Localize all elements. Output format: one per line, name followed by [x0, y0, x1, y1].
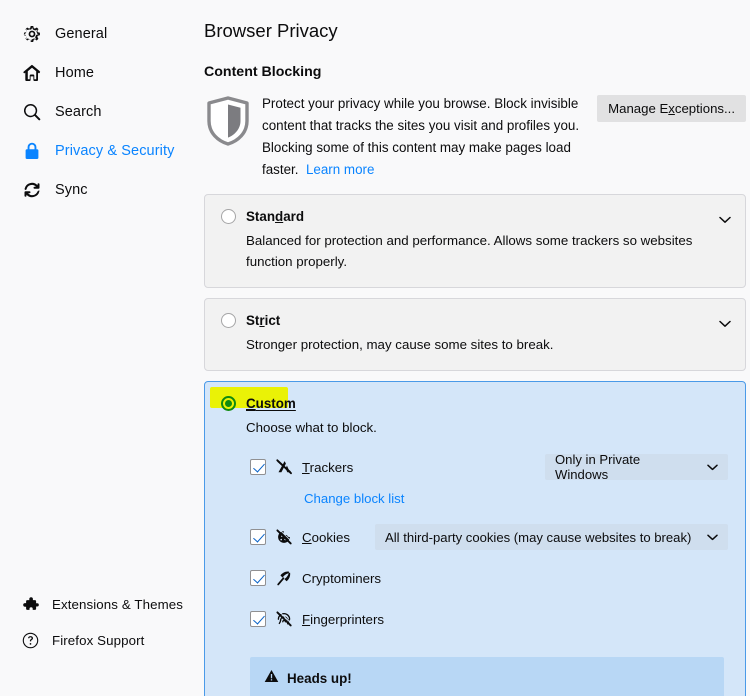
content-blocking-description: Protect your privacy while you browse. B…	[262, 93, 607, 181]
custom-row-label-trackers: Trackers	[302, 460, 353, 475]
checkbox-trackers[interactable]	[250, 459, 266, 475]
change-block-list-link[interactable]: Change block list	[304, 491, 404, 506]
warning-triangle-icon	[264, 669, 279, 688]
sidebar-item-privacy-security[interactable]: Privacy & Security	[0, 131, 196, 170]
heads-up-notification: Heads up! Blocking content can cause som…	[250, 657, 724, 696]
sidebar-item-label: Search	[55, 103, 102, 120]
sidebar-item-label: Extensions & Themes	[52, 596, 183, 612]
custom-row-trackers: Trackers Only in Private Windows	[250, 452, 729, 482]
sync-icon	[22, 180, 42, 200]
title-part: ict	[264, 313, 281, 328]
gear-icon	[22, 24, 42, 44]
option-title-custom: Custom	[246, 396, 296, 411]
question-mark-circle-icon	[22, 632, 39, 649]
puzzle-piece-icon	[22, 596, 39, 613]
learn-more-link[interactable]: Learn more	[306, 162, 374, 177]
tracker-blocked-icon	[275, 458, 293, 476]
sidebar-item-label: Privacy & Security	[55, 142, 175, 159]
accel-key: d	[275, 209, 284, 224]
accel-key: F	[302, 611, 311, 627]
label-part: Cryptominers	[302, 570, 382, 586]
label-part: rackers	[309, 459, 354, 475]
button-label-part: ceptions...	[674, 101, 735, 116]
fingerprint-blocked-icon	[275, 610, 293, 628]
sidebar-item-firefox-support[interactable]: Firefox Support	[0, 622, 196, 658]
radio-custom[interactable]	[221, 396, 236, 411]
content-blocking-intro: Protect your privacy while you browse. B…	[204, 93, 746, 181]
checkbox-fingerprinters[interactable]	[250, 611, 266, 627]
custom-row-cookies: Cookies All third-party cookies (may cau…	[250, 524, 729, 550]
sidebar-item-general[interactable]: General	[0, 14, 196, 53]
cookie-blocked-icon	[275, 528, 293, 546]
custom-row-cryptominers: Cryptominers	[250, 566, 729, 590]
option-panel-standard[interactable]: Standard Balanced for protection and per…	[204, 194, 746, 288]
sidebar-item-label: Firefox Support	[52, 632, 145, 648]
manage-exceptions-button[interactable]: Manage Exceptions...	[597, 95, 746, 122]
dropdown-trackers[interactable]: Only in Private Windows	[545, 452, 728, 482]
dropdown-value-trackers: Only in Private Windows	[555, 452, 641, 482]
search-icon	[22, 102, 42, 122]
title-part: Stan	[246, 209, 276, 224]
checkbox-cryptominers[interactable]	[250, 570, 266, 586]
sidebar-item-extensions-themes[interactable]: Extensions & Themes	[0, 586, 196, 622]
label-part: ingerprinters	[310, 611, 385, 627]
custom-row-fingerprinters: Fingerprinters	[250, 607, 729, 631]
main-content: Browser Privacy Content Blocking Protect…	[196, 0, 750, 696]
checkbox-cookies[interactable]	[250, 529, 266, 545]
title-part: ard	[283, 209, 305, 224]
dropdown-value-cookies: All third-party cookies (may cause websi…	[385, 529, 692, 545]
page-title: Browser Privacy	[204, 20, 338, 41]
sidebar-item-home[interactable]: Home	[0, 53, 196, 92]
sidebar: General Home Search Privacy & Security S	[0, 0, 196, 696]
home-icon	[22, 63, 42, 83]
chevron-down-icon[interactable]	[719, 315, 731, 327]
lock-icon	[22, 141, 42, 161]
heads-up-title: Heads up!	[287, 671, 352, 686]
sidebar-item-label: Home	[55, 64, 95, 81]
option-description-strict: Stronger protection, may cause some site…	[246, 337, 554, 352]
option-header-strict[interactable]: Strict	[221, 313, 729, 328]
dropdown-cookies[interactable]: All third-party cookies (may cause websi…	[375, 524, 728, 550]
sidebar-item-sync[interactable]: Sync	[0, 170, 196, 209]
shield-icon	[204, 93, 262, 181]
option-header-standard[interactable]: Standard	[221, 209, 729, 224]
radio-standard[interactable]	[221, 209, 236, 224]
sidebar-bottom-group: Extensions & Themes Firefox Support	[0, 586, 196, 658]
custom-row-label-cookies: Cookies	[302, 530, 350, 545]
chevron-down-icon	[693, 534, 718, 541]
section-heading-content-blocking: Content Blocking	[204, 64, 322, 80]
heads-up-header: Heads up!	[264, 669, 710, 688]
custom-row-label-cryptominers: Cryptominers	[302, 571, 381, 586]
option-header-custom[interactable]: Custom	[221, 396, 729, 411]
button-label-part: Manage E	[608, 101, 669, 116]
heads-up-body: Blocking content can cause some websites…	[288, 691, 710, 696]
sidebar-item-label: General	[55, 25, 108, 42]
chevron-down-icon[interactable]	[719, 211, 731, 223]
option-description-custom: Choose what to block.	[246, 420, 377, 435]
cryptominer-pickaxe-icon	[275, 569, 293, 587]
option-title-strict: Strict	[246, 313, 280, 328]
accel-key: C	[246, 396, 256, 411]
accel-key: T	[302, 459, 310, 475]
accel-key: C	[302, 529, 312, 545]
accel-key: x	[668, 101, 675, 116]
title-part: ustom	[255, 396, 296, 411]
option-panel-custom[interactable]: Custom Choose what to block. Trackers On…	[204, 381, 746, 696]
sidebar-item-search[interactable]: Search	[0, 92, 196, 131]
chevron-down-icon	[693, 464, 718, 471]
title-part: St	[246, 313, 260, 328]
sidebar-item-label: Sync	[55, 181, 88, 198]
radio-strict[interactable]	[221, 313, 236, 328]
label-part: ookies	[311, 529, 351, 545]
option-title-standard: Standard	[246, 209, 304, 224]
custom-row-label-fingerprinters: Fingerprinters	[302, 612, 384, 627]
preferences-window: General Home Search Privacy & Security S	[0, 0, 750, 696]
option-panel-strict[interactable]: Strict Stronger protection, may cause so…	[204, 298, 746, 371]
option-description-standard: Balanced for protection and performance.…	[246, 233, 693, 269]
